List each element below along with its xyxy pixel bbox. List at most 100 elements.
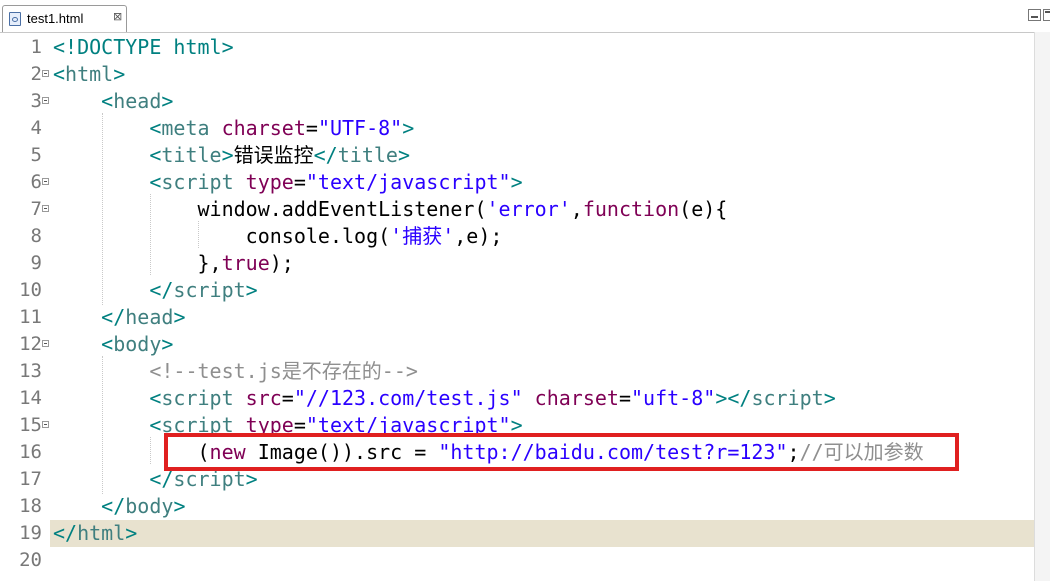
code-token: >	[161, 89, 174, 113]
line-number: 11	[19, 306, 42, 328]
code-line[interactable]: 6 <script type="text/javascript">	[0, 169, 1034, 196]
fold-collapse-icon[interactable]	[42, 205, 49, 212]
code-token: charset	[534, 386, 619, 410]
code-line[interactable]: 5 <title>错误监控</title>	[0, 142, 1034, 169]
code-token: >	[161, 332, 174, 356]
line-number: 7	[30, 198, 42, 220]
code-line[interactable]: 3 <head>	[0, 88, 1034, 115]
line-number: 12	[19, 333, 42, 355]
code-token: "uft-8"	[631, 386, 716, 410]
code-token: charset	[221, 116, 306, 140]
code-token: =	[305, 116, 318, 140]
code-token: >	[173, 494, 186, 518]
code-line[interactable]: 9 },true);	[0, 250, 1034, 277]
code-token: script	[173, 278, 246, 302]
current-line-highlight	[50, 520, 1034, 547]
code-token: >	[125, 521, 138, 545]
fold-collapse-icon[interactable]	[42, 97, 49, 104]
code-token: <!--test.js是不存在的-->	[149, 359, 418, 383]
code-token: "//123.com/test.js"	[293, 386, 523, 410]
fold-collapse-icon[interactable]	[42, 70, 49, 77]
highlight-annotation-box	[164, 433, 959, 471]
code-token: <	[149, 386, 162, 410]
code-token: <	[149, 143, 162, 167]
code-token: title	[161, 143, 222, 167]
code-line[interactable]: 18 </body>	[0, 493, 1034, 520]
fold-collapse-icon[interactable]	[42, 178, 49, 185]
code-text: <!DOCTYPE html>	[53, 34, 234, 61]
code-line[interactable]: 14 < script src = "//123.com/test.js" chars…	[0, 385, 1034, 412]
code-token: console.log(	[245, 224, 391, 248]
code-token: window.addEventListener(	[197, 197, 487, 221]
code-token: ,	[570, 197, 583, 221]
fold-collapse-icon[interactable]	[42, 421, 49, 428]
vertical-scrollbar[interactable]	[1034, 32, 1050, 581]
code-token: =	[618, 386, 632, 410]
code-token: },	[197, 251, 222, 275]
code-line[interactable]: 20	[0, 547, 1034, 574]
code-token: =	[293, 170, 306, 194]
line-number: 14	[19, 387, 42, 409]
line-number: 13	[19, 360, 42, 382]
code-token: <	[53, 62, 66, 86]
code-line[interactable]: 4 <meta charset="UTF-8">	[0, 115, 1034, 142]
fold-collapse-icon[interactable]	[42, 340, 49, 347]
code-token: >	[510, 170, 523, 194]
code-line[interactable]: 12 <body>	[0, 331, 1034, 358]
code-text: </body>	[53, 493, 185, 520]
code-line[interactable]: 19 </html>	[0, 520, 1034, 547]
close-tab-icon[interactable]: ⊠	[113, 10, 122, 23]
code-token: script	[161, 170, 234, 194]
code-token: <	[101, 332, 114, 356]
code-token: src	[245, 386, 282, 410]
code-token: function	[582, 197, 680, 221]
tab-test1-html[interactable]: test1.html ⊠	[2, 5, 127, 32]
code-text: <html>	[53, 61, 125, 88]
code-token: title	[337, 143, 398, 167]
line-number: 1	[30, 36, 42, 58]
minimize-icon[interactable]	[1028, 9, 1041, 21]
code-token: >	[113, 62, 126, 86]
code-token: </	[53, 521, 78, 545]
code-text: <!--test.js是不存在的-->	[53, 358, 418, 385]
editor-tab-bar: test1.html ⊠	[0, 0, 1050, 33]
line-number: 2	[30, 63, 42, 85]
code-text: <script type="text/javascript">	[53, 169, 523, 196]
code-line[interactable]: 8 console.log('捕获',e);	[0, 223, 1034, 250]
line-number: 15	[19, 414, 42, 436]
line-number: 17	[19, 468, 42, 490]
indent-guide	[198, 221, 199, 248]
code-text: },true);	[53, 250, 294, 277]
code-token: <!DOCTYPE html>	[53, 35, 234, 59]
code-editor[interactable]: 1 <!DOCTYPE html> 2 <html> 3 <head> 4 <meta c…	[0, 32, 1034, 581]
line-number: 9	[30, 252, 42, 274]
code-line[interactable]: 1 <!DOCTYPE html>	[0, 34, 1034, 61]
code-token: </	[101, 494, 126, 518]
line-number: 4	[30, 117, 42, 139]
code-line[interactable]: 13 <!--test.js是不存在的-->	[0, 358, 1034, 385]
code-line[interactable]: 2 <html>	[0, 61, 1034, 88]
code-token: >	[221, 143, 234, 167]
code-token: body	[125, 494, 174, 518]
code-token: </	[313, 143, 338, 167]
code-token: (e){	[679, 197, 728, 221]
maximize-icon[interactable]	[1043, 9, 1050, 21]
code-token: ></	[715, 386, 752, 410]
line-number: 16	[19, 441, 42, 463]
code-token: 'error'	[486, 197, 571, 221]
code-line[interactable]: 11 </head>	[0, 304, 1034, 331]
code-text: </head>	[53, 304, 185, 331]
code-token: script	[751, 386, 824, 410]
code-token: >	[823, 386, 836, 410]
code-token: >	[173, 305, 186, 329]
code-line[interactable]: 7 window.addEventListener('error',functi…	[0, 196, 1034, 223]
code-line[interactable]: 10 </script>	[0, 277, 1034, 304]
line-number: 10	[19, 279, 42, 301]
code-token: html	[77, 521, 126, 545]
